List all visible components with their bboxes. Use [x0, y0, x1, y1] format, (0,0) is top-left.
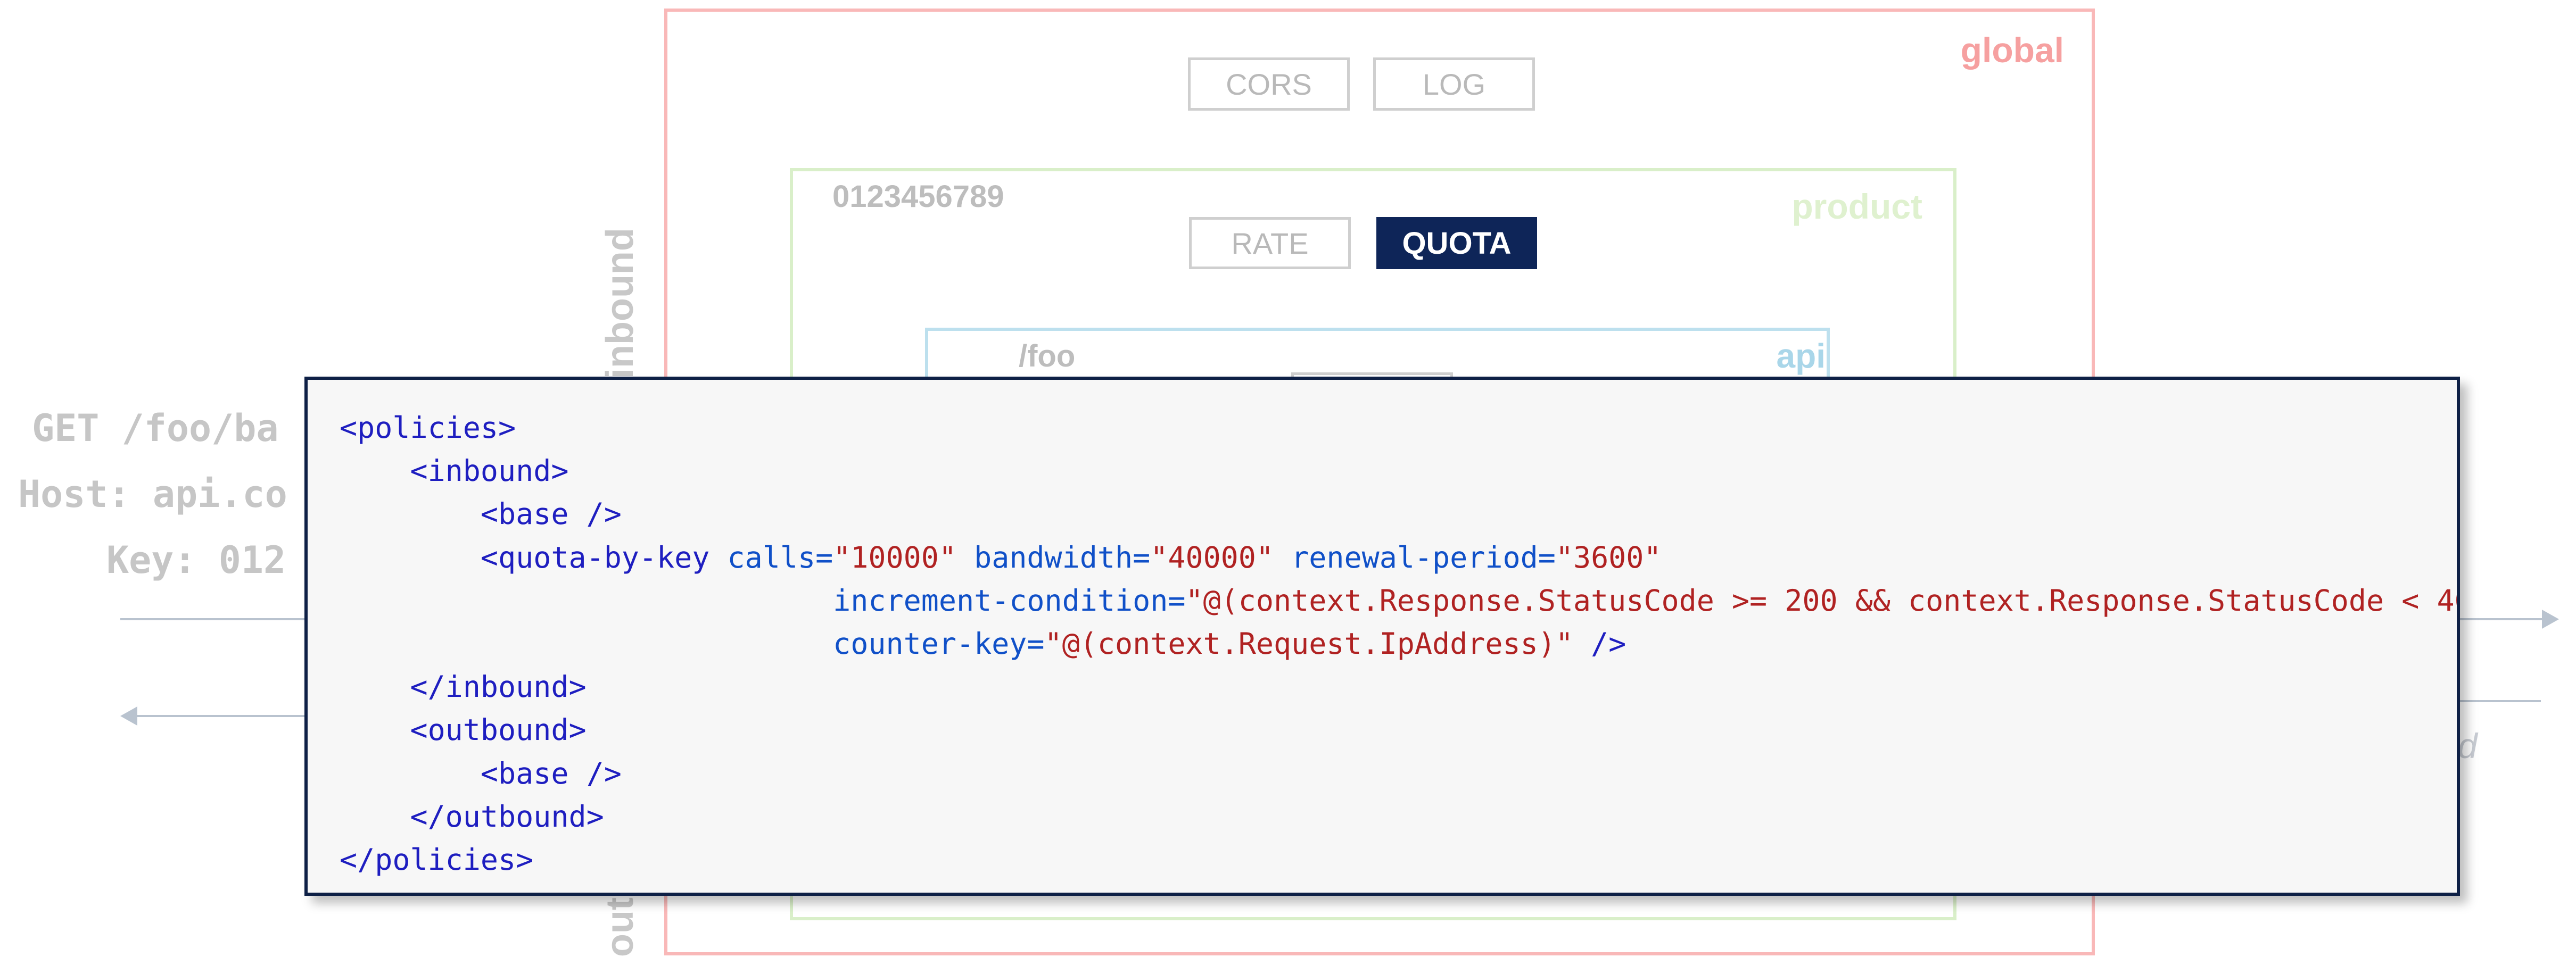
request-line-key: Key: 012 — [106, 538, 286, 582]
outbound-arrowhead — [120, 706, 137, 726]
code-token: <inbound> — [410, 454, 569, 488]
code-token: <quota-by-key — [480, 540, 728, 575]
log-policy-chip[interactable]: LOG — [1373, 57, 1535, 111]
code-token: counter-key= — [833, 626, 1045, 661]
code-token: <base /> — [480, 756, 622, 790]
code-token: "@(context.Request.IpAddress)" — [1044, 626, 1573, 661]
code-token: </policies> — [340, 842, 534, 877]
quota-policy-chip[interactable]: QUOTA — [1376, 217, 1537, 269]
code-line: <base /> — [340, 493, 2457, 536]
code-line: </inbound> — [340, 665, 2457, 709]
global-scope-label: global — [1960, 30, 2064, 70]
code-line: <policies> — [340, 406, 2457, 450]
api-scope-label: api — [1776, 337, 1826, 375]
product-key-label: 0123456789 — [832, 179, 1004, 214]
code-token: calls= — [727, 540, 833, 575]
code-token: increment-condition= — [833, 583, 1186, 618]
request-line-host: Host: api.co — [18, 472, 287, 516]
rate-policy-chip[interactable]: RATE — [1189, 217, 1351, 269]
code-token: bandwidth= — [956, 540, 1151, 575]
api-path-label: /foo — [1019, 339, 1076, 373]
code-token: <base /> — [480, 497, 622, 531]
code-token: "40000" — [1150, 540, 1274, 575]
code-line: counter-key="@(context.Request.IpAddress… — [340, 622, 2457, 665]
code-token: /> — [1573, 626, 1626, 661]
code-token: "3600" — [1555, 540, 1662, 575]
outbound-arrow-left — [131, 715, 323, 717]
backend-label-fragment: d — [2458, 726, 2478, 765]
inbound-arrowhead — [2542, 610, 2559, 629]
policy-xml-panel: <policies> <inbound> <base /> <quota-by-… — [304, 377, 2460, 896]
code-line: </outbound> — [340, 795, 2457, 838]
outbound-arrow-right — [2455, 700, 2541, 702]
inbound-section-label: inbound — [599, 228, 641, 379]
code-line: <outbound> — [340, 709, 2457, 752]
code-token: <policies> — [340, 411, 516, 445]
product-scope-label: product — [1791, 187, 1922, 226]
code-line: <inbound> — [340, 450, 2457, 493]
code-token: </inbound> — [410, 670, 587, 704]
code-line: </policies> — [340, 838, 2457, 881]
request-line-method: GET /foo/ba — [32, 406, 279, 450]
code-line: increment-condition="@(context.Response.… — [340, 579, 2457, 622]
code-token: <outbound> — [410, 713, 587, 747]
inbound-arrow-left — [120, 618, 323, 620]
code-line: <base /> — [340, 752, 2457, 795]
code-token: </outbound> — [410, 799, 604, 834]
code-line: <quota-by-key calls="10000" bandwidth="4… — [340, 536, 2457, 579]
code-token: "10000" — [833, 540, 956, 575]
cors-policy-chip[interactable]: CORS — [1188, 57, 1350, 111]
code-token: renewal-period= — [1274, 540, 1556, 575]
inbound-arrow-right — [2455, 618, 2549, 620]
code-token: "@(context.Response.StatusCode >= 200 &&… — [1185, 583, 2460, 618]
